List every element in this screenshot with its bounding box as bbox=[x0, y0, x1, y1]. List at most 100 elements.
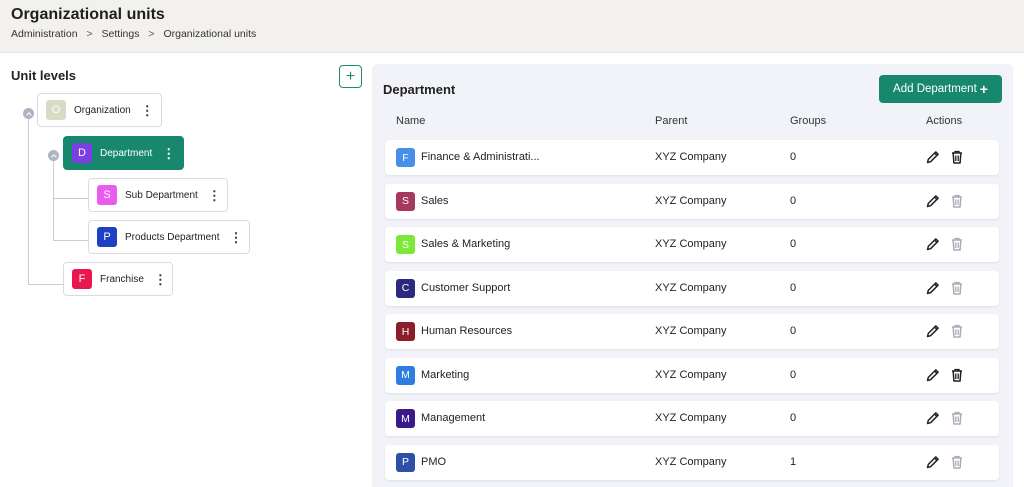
row-groups: 0 bbox=[790, 412, 797, 424]
pencil-icon[interactable] bbox=[925, 280, 941, 296]
row-groups: 0 bbox=[790, 281, 797, 294]
column-header-groups: Groups bbox=[790, 115, 827, 127]
column-header-parent: Parent bbox=[655, 115, 688, 127]
kebab-menu-icon[interactable]: ⋮ bbox=[198, 189, 221, 202]
row-badge: M bbox=[396, 365, 415, 385]
page-header: Organizational units Administration > Se… bbox=[0, 0, 1024, 53]
row-groups: 1 bbox=[790, 455, 797, 468]
row-groups: 0 bbox=[790, 194, 797, 207]
row-badge: S bbox=[396, 235, 415, 254]
row-parent: XYZ Company bbox=[655, 412, 727, 424]
kebab-menu-icon[interactable]: ⋮ bbox=[152, 147, 175, 160]
node-badge: P bbox=[97, 227, 117, 247]
table-row[interactable]: P PMO XYZ Company 1 bbox=[385, 444, 999, 480]
node-badge: O bbox=[46, 100, 66, 120]
tree-node-organization[interactable]: O Organization ⋮ bbox=[37, 93, 162, 127]
breadcrumb-item-current: Organizational units bbox=[163, 28, 257, 40]
add-department-button[interactable]: Add Department + bbox=[879, 75, 1002, 103]
breadcrumb: Administration > Settings > Organization… bbox=[11, 28, 256, 40]
collapse-toggle-organization[interactable] bbox=[23, 108, 34, 119]
row-groups: 0 bbox=[790, 151, 797, 163]
row-badge: P bbox=[396, 452, 415, 472]
row-name: Human Resources bbox=[421, 325, 513, 337]
add-department-label: Add Department bbox=[893, 83, 977, 95]
page-title: Organizational units bbox=[11, 6, 165, 23]
tree-node-franchise[interactable]: F Franchise ⋮ bbox=[63, 262, 173, 296]
department-title: Department bbox=[383, 82, 456, 97]
row-name: PMO bbox=[421, 455, 447, 468]
row-badge: H bbox=[396, 322, 415, 341]
table-row[interactable]: M Management XYZ Company 0 bbox=[385, 401, 999, 436]
add-unit-level-button[interactable]: + bbox=[339, 65, 362, 88]
plus-icon: + bbox=[979, 81, 988, 97]
row-badge: S bbox=[396, 191, 415, 211]
row-parent: XYZ Company bbox=[655, 194, 727, 207]
node-label: Products Department bbox=[125, 231, 220, 243]
row-badge: M bbox=[396, 409, 415, 428]
collapse-toggle-department[interactable] bbox=[48, 150, 59, 161]
tree-connector bbox=[53, 240, 88, 241]
kebab-menu-icon[interactable]: ⋮ bbox=[144, 273, 167, 286]
table-row[interactable]: S Sales & Marketing XYZ Company 0 bbox=[385, 227, 999, 262]
trash-icon bbox=[949, 193, 965, 209]
trash-icon[interactable] bbox=[949, 367, 965, 383]
row-name: Management bbox=[421, 412, 486, 424]
pencil-icon[interactable] bbox=[925, 367, 941, 383]
breadcrumb-item-settings[interactable]: Settings bbox=[102, 28, 140, 40]
row-badge: F bbox=[396, 148, 415, 167]
row-groups: 0 bbox=[790, 368, 797, 381]
breadcrumb-item-administration[interactable]: Administration bbox=[11, 28, 78, 40]
trash-icon bbox=[949, 410, 965, 426]
pencil-icon[interactable] bbox=[925, 149, 941, 165]
row-parent: XYZ Company bbox=[655, 368, 727, 381]
node-label: Organization bbox=[74, 104, 131, 116]
pencil-icon[interactable] bbox=[925, 323, 941, 339]
department-panel: Department Add Department + Name Parent … bbox=[372, 64, 1013, 487]
table-row[interactable]: C Customer Support XYZ Company 0 bbox=[385, 270, 999, 306]
row-name: Customer Support bbox=[421, 281, 511, 294]
tree-node-sub-department[interactable]: S Sub Department ⋮ bbox=[88, 178, 228, 212]
node-label: Sub Department bbox=[125, 189, 198, 201]
pencil-icon[interactable] bbox=[925, 193, 941, 209]
pencil-icon[interactable] bbox=[925, 236, 941, 252]
trash-icon bbox=[949, 236, 965, 252]
trash-icon bbox=[949, 280, 965, 296]
node-label: Franchise bbox=[100, 273, 144, 285]
chevron-up-icon bbox=[50, 153, 57, 160]
pencil-icon[interactable] bbox=[925, 454, 941, 470]
row-groups: 0 bbox=[790, 238, 797, 250]
row-name: Sales & Marketing bbox=[421, 238, 511, 250]
table-row[interactable]: F Finance & Administrati... XYZ Company 0 bbox=[385, 140, 999, 175]
table-row[interactable]: M Marketing XYZ Company 0 bbox=[385, 357, 999, 393]
plus-icon: + bbox=[345, 67, 356, 85]
row-parent: XYZ Company bbox=[655, 455, 727, 468]
row-name: Marketing bbox=[421, 368, 470, 381]
row-name: Finance & Administrati... bbox=[421, 151, 540, 163]
node-label: Department bbox=[100, 147, 153, 159]
unit-levels-panel: Unit levels + O Organization ⋮ D Departm… bbox=[0, 54, 372, 487]
row-parent: XYZ Company bbox=[655, 325, 727, 337]
breadcrumb-separator: > bbox=[148, 28, 155, 40]
node-badge: S bbox=[97, 185, 117, 205]
chevron-up-icon bbox=[25, 111, 32, 118]
trash-icon bbox=[949, 323, 965, 339]
tree-node-department[interactable]: D Department ⋮ bbox=[63, 136, 184, 170]
column-header-actions: Actions bbox=[926, 115, 963, 127]
tree-connector bbox=[53, 198, 88, 199]
row-badge: C bbox=[396, 278, 415, 298]
row-groups: 0 bbox=[790, 325, 797, 337]
kebab-menu-icon[interactable]: ⋮ bbox=[220, 231, 243, 244]
tree-node-products-department[interactable]: P Products Department ⋮ bbox=[88, 220, 250, 254]
tree-connector bbox=[28, 114, 29, 285]
column-header-name: Name bbox=[396, 115, 426, 127]
pencil-icon[interactable] bbox=[925, 410, 941, 426]
unit-levels-title: Unit levels bbox=[11, 68, 77, 83]
kebab-menu-icon[interactable]: ⋮ bbox=[131, 104, 154, 117]
row-name: Sales bbox=[421, 194, 449, 207]
row-parent: XYZ Company bbox=[655, 281, 727, 294]
node-badge: D bbox=[72, 143, 92, 163]
table-row[interactable]: S Sales XYZ Company 0 bbox=[385, 183, 999, 219]
trash-icon[interactable] bbox=[949, 149, 965, 165]
node-badge: F bbox=[72, 269, 92, 289]
table-row[interactable]: H Human Resources XYZ Company 0 bbox=[385, 314, 999, 349]
